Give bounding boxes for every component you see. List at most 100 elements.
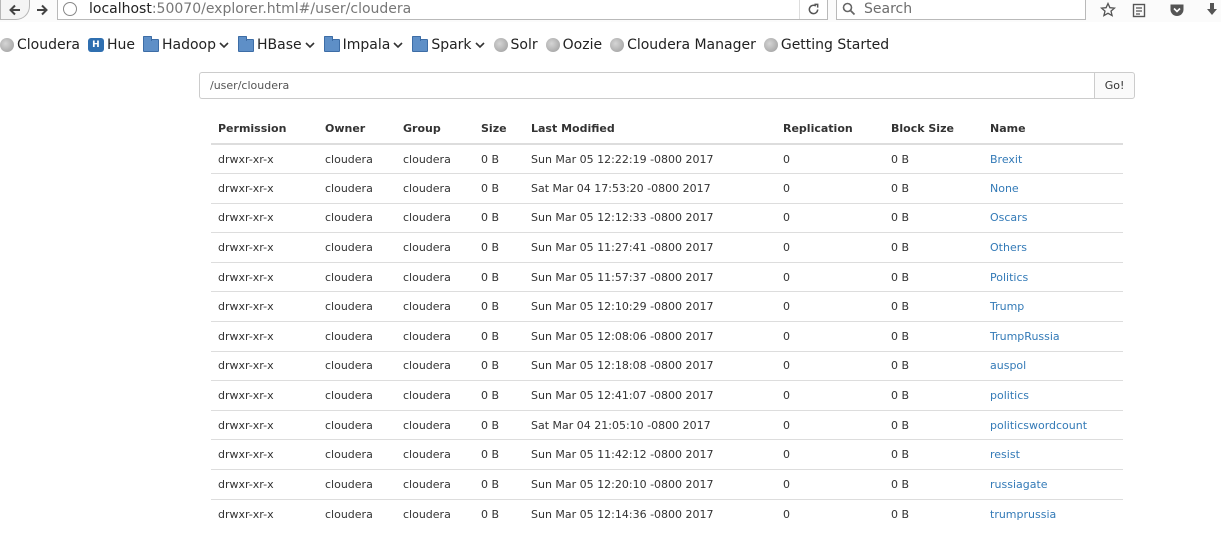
directory-link[interactable]: Others [990, 241, 1027, 254]
column-header-owner[interactable]: Owner [318, 114, 396, 145]
cell-name: Trump [983, 291, 1123, 322]
table-row: drwxr-xr-x cloudera cloudera 0 B Sun Mar 05 … [211, 261, 1123, 292]
column-header-last-modified[interactable]: Last Modified [524, 114, 776, 145]
search-input[interactable] [864, 1, 1064, 17]
forward-button[interactable] [31, 0, 53, 20]
cell-size: 0 B [474, 173, 524, 204]
bookmark-hadoop[interactable]: Hadoop [142, 34, 230, 56]
back-button[interactable] [0, 0, 30, 20]
cell-last-modified: Sun Mar 05 12:10:29 -0800 2017 [524, 291, 776, 322]
directory-link[interactable]: TrumpRussia [990, 330, 1060, 343]
cell-size: 0 B [474, 498, 524, 529]
directory-link[interactable]: trumprussia [990, 508, 1056, 521]
bookmark-label: Hue [106, 37, 135, 53]
table-body: drwxr-xr-x cloudera cloudera 0 B Sun Mar 05 … [211, 144, 1123, 529]
bookmark-impala[interactable]: Impala [323, 34, 405, 56]
cell-permission: drwxr-xr-x [211, 321, 318, 352]
cell-size: 0 B [474, 261, 524, 292]
reading-list-button[interactable] [1128, 0, 1150, 20]
bookmark-hbase[interactable]: HBase [237, 34, 316, 56]
bookmark-cloudera[interactable]: Cloudera [0, 34, 80, 56]
cell-owner: cloudera [318, 202, 396, 233]
cell-replication: 0 [776, 173, 884, 204]
cell-last-modified: Sun Mar 05 12:22:19 -0800 2017 [531, 152, 714, 166]
go-button[interactable]: Go! [1094, 72, 1135, 99]
cell-block-size: 0 B [884, 469, 983, 500]
cell-owner: cloudera [318, 409, 396, 440]
directory-link[interactable]: Politics [990, 271, 1028, 284]
column-header-permission[interactable]: Permission [211, 114, 318, 145]
directory-link[interactable]: Trump [990, 300, 1024, 313]
table-row: drwxr-xr-x cloudera cloudera 0 B Sat Mar 04 … [211, 173, 1123, 204]
directory-link[interactable]: politics [990, 389, 1029, 402]
bookmark-label: Spark [431, 37, 472, 53]
bookmark-label: Cloudera [17, 37, 80, 53]
clipboard-icon [1132, 3, 1146, 18]
cell-permission: drwxr-xr-x [218, 152, 274, 166]
address-text[interactable]: localhost:50070/explorer.html#/user/clou… [89, 1, 411, 17]
bookmark-hue[interactable]: H Hue [87, 34, 135, 56]
table-row: drwxr-xr-x cloudera cloudera 0 B Sun Mar 05 … [211, 144, 1123, 174]
cell-permission: drwxr-xr-x [211, 173, 318, 204]
cell-permission: drwxr-xr-x [211, 350, 318, 381]
directory-link[interactable]: None [990, 182, 1019, 195]
bookmark-label: Oozie [562, 37, 603, 53]
globe-icon [763, 38, 778, 52]
cell-block-size: 0 B [884, 498, 983, 529]
cell-last-modified: Sun Mar 05 12:12:33 -0800 2017 [524, 202, 776, 233]
directory-link[interactable]: auspol [990, 359, 1026, 372]
site-info-icon[interactable] [63, 2, 77, 16]
cell-replication: 0 [776, 261, 884, 292]
bookmark-oozie[interactable]: Oozie [545, 34, 603, 56]
globe-icon [610, 38, 625, 52]
directory-link[interactable]: Brexit [990, 153, 1022, 166]
directory-link[interactable]: resist [990, 448, 1020, 461]
column-header-group[interactable]: Group [396, 114, 474, 145]
address-bar[interactable]: localhost:50070/explorer.html#/user/clou… [57, 0, 828, 20]
search-bar[interactable] [836, 0, 1086, 20]
cell-size: 0 B [474, 291, 524, 322]
bookmark-cloudera-manager[interactable]: Cloudera Manager [610, 34, 756, 56]
bookmark-getting-started[interactable]: Getting Started [763, 34, 889, 56]
cell-owner: cloudera [318, 498, 396, 529]
column-header-block-size[interactable]: Block Size [884, 114, 983, 145]
chevron-down-icon [474, 42, 485, 49]
bookmark-spark[interactable]: Spark [412, 34, 485, 56]
downloads-button[interactable] [1201, 0, 1221, 20]
directory-link[interactable]: russiagate [990, 478, 1048, 491]
download-arrow-icon [1207, 3, 1217, 15]
reload-icon [808, 3, 819, 14]
column-header-replication[interactable]: Replication [776, 114, 884, 145]
cell-replication: 0 [783, 152, 790, 166]
directory-input[interactable] [199, 72, 1095, 99]
cell-permission: drwxr-xr-x [211, 409, 318, 440]
cell-owner: cloudera [318, 439, 396, 470]
cell-last-modified: Sun Mar 05 11:42:12 -0800 2017 [524, 439, 776, 470]
cell-replication: 0 [776, 469, 884, 500]
url-host: localhost [89, 1, 152, 17]
bookmark-star-button[interactable] [1097, 0, 1119, 20]
cell-size: 0 B [481, 152, 500, 166]
cell-owner: cloudera [318, 321, 396, 352]
column-header-name[interactable]: Name [983, 114, 1123, 145]
pocket-button[interactable] [1166, 0, 1188, 20]
reload-button[interactable] [799, 0, 827, 19]
cell-owner: cloudera [318, 173, 396, 204]
cell-name: resist [983, 439, 1123, 470]
cell-owner: cloudera [325, 152, 373, 166]
search-icon [842, 2, 856, 16]
globe-icon [0, 38, 14, 52]
directory-link[interactable]: politicswordcount [990, 419, 1087, 432]
column-header-size[interactable]: Size [474, 114, 524, 145]
directory-link[interactable]: Oscars [990, 211, 1027, 224]
bookmark-label: Solr [510, 37, 538, 53]
cell-replication: 0 [776, 350, 884, 381]
cell-block-size: 0 B [884, 202, 983, 233]
cell-name: politicswordcount [983, 409, 1123, 440]
bookmark-solr[interactable]: Solr [493, 34, 538, 56]
cell-size: 0 B [474, 380, 524, 411]
cell-name: russiagate [983, 469, 1123, 500]
folder-icon [323, 35, 340, 52]
cell-block-size: 0 B [884, 439, 983, 470]
cell-owner: cloudera [318, 291, 396, 322]
